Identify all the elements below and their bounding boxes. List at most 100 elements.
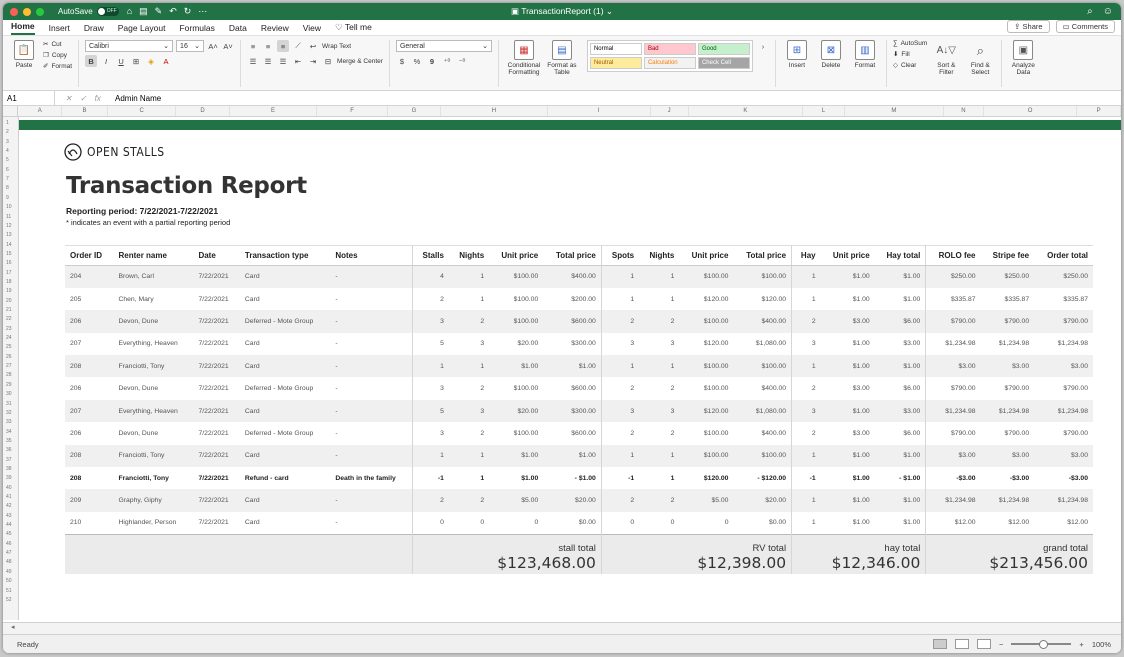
table-cell[interactable]: $12.00 [1034,512,1093,534]
save-icon[interactable]: ▤ [139,6,148,17]
merge-center-button[interactable]: Merge & Center [337,58,383,65]
table-cell[interactable]: 1 [448,265,490,288]
table-cell[interactable]: Chen, Mary [113,288,193,310]
table-cell[interactable]: $1,234.98 [925,399,981,423]
worksheet-grid[interactable]: 1 2 3 4 5 6 7 8 9 10 11 12 13 14 15 16 17 18 19 20 21 22 23 24 2… [3,117,1121,620]
column-header[interactable]: H [441,106,548,116]
tab-page-layout[interactable]: Page Layout [118,23,166,35]
row-number[interactable]: 30 [3,391,19,397]
table-cell[interactable]: $790.00 [981,377,1035,399]
table-cell[interactable]: 3 [639,399,680,423]
table-cell[interactable]: $20.00 [543,489,602,512]
column-header[interactable]: I [548,106,651,116]
undo-icon[interactable]: ↶ [169,6,177,17]
row-number[interactable]: 6 [3,167,19,173]
row-number[interactable]: 25 [3,344,19,350]
table-cell[interactable]: $1.00 [821,288,875,310]
table-cell[interactable]: - $1.00 [543,467,602,490]
row-number[interactable]: 51 [3,588,19,594]
table-cell[interactable]: $3.00 [874,399,927,423]
table-cell[interactable]: $300.00 [543,399,602,423]
table-cell[interactable]: 7/22/2021 [193,444,240,468]
scroll-left-icon[interactable]: ◂ [11,624,15,631]
table-cell[interactable]: $250.00 [925,265,981,288]
table-cell[interactable]: $790.00 [926,422,981,444]
table-cell[interactable]: $600.00 [543,310,602,333]
table-cell[interactable]: $3.00 [1034,444,1093,468]
row-number[interactable]: 7 [3,176,19,182]
row-number[interactable]: 35 [3,438,19,444]
font-name-select[interactable]: Calibri ⌄ [85,40,174,52]
delete-cells-button[interactable]: ⊠ Delete [816,40,846,69]
table-cell[interactable]: Deferred - Mote Group [240,422,330,444]
row-number[interactable]: 23 [3,326,19,332]
tab-draw[interactable]: Draw [84,23,104,35]
page-layout-view-button[interactable] [955,639,970,649]
table-row[interactable]: 206 Devon, Dune 7/22/2021 Deferred - Mote G… [65,422,1093,445]
table-cell[interactable]: Devon, Dune [113,422,193,444]
table-cell[interactable]: 1 [449,467,489,489]
zoom-in-button[interactable]: + [1079,640,1083,649]
row-number[interactable]: 49 [3,569,19,575]
tab-tell-me[interactable]: ♡ Tell me [335,22,372,35]
comma-style-button[interactable]: 9 [426,55,438,67]
table-cell[interactable]: 3 [448,399,490,423]
row-number[interactable]: 32 [3,410,19,416]
row-number[interactable]: 11 [3,214,19,220]
table-cell[interactable]: 1 [601,265,640,288]
table-cell[interactable]: $100.00 [489,377,543,399]
row-number[interactable]: 47 [3,550,19,556]
table-cell[interactable]: Franciotti, Tony [113,467,193,489]
row-number[interactable]: 41 [3,494,19,500]
table-cell[interactable]: 209 [65,489,114,512]
edit-icon[interactable]: ✎ [155,6,163,17]
table-cell[interactable]: 5 [412,399,449,423]
rv-total-cell[interactable]: RV total $12,398.00 [601,533,793,575]
table-cell[interactable]: 1 [449,288,489,310]
table-cell[interactable]: $1.00 [821,512,875,534]
column-header[interactable]: C [108,106,177,116]
table-cell[interactable]: $3.00 [821,377,875,399]
table-cell[interactable]: - [330,355,413,378]
table-cell[interactable]: 208 [65,467,113,489]
table-cell[interactable]: -$3.00 [926,467,981,489]
table-cell[interactable]: 1 [412,444,449,468]
tab-insert[interactable]: Insert [49,23,70,35]
row-number[interactable]: 27 [3,363,19,369]
table-cell[interactable]: 1 [791,444,821,468]
table-cell[interactable]: 2 [639,377,679,399]
column-header[interactable]: G [388,106,442,116]
table-cell[interactable]: - [330,422,413,445]
table-cell[interactable]: 7/22/2021 [193,265,240,288]
column-header[interactable]: L [803,106,845,116]
column-header[interactable]: A [18,106,63,116]
row-number[interactable]: 37 [3,457,19,463]
conditional-formatting-button[interactable]: ▦ Conditional Formatting [505,40,543,76]
copy-button[interactable]: ❐ Copy [43,51,72,60]
table-cell[interactable]: $790.00 [926,377,981,399]
table-cell[interactable]: $6.00 [874,422,927,445]
row-number[interactable]: 44 [3,522,19,528]
table-cell[interactable]: 4 [412,265,449,288]
table-cell[interactable]: - [330,287,413,311]
table-cell[interactable]: -1 [792,467,821,489]
row-number[interactable]: 34 [3,429,19,435]
redo-icon[interactable]: ↻ [184,6,192,17]
table-cell[interactable]: $1.00 [874,511,927,535]
table-cell[interactable]: -1 [601,467,639,489]
table-cell[interactable]: 7/22/2021 [193,512,239,534]
table-cell[interactable]: Deferred - Mote Group [240,377,330,399]
table-cell[interactable]: $600.00 [543,377,602,400]
table-cell[interactable]: $100.00 [679,355,734,378]
font-size-select[interactable]: 16 ⌄ [176,40,205,52]
row-number[interactable]: 18 [3,279,19,285]
table-cell[interactable]: 3 [449,333,489,355]
table-cell[interactable]: 2 [792,377,821,399]
table-cell[interactable]: 204 [65,265,114,288]
table-cell[interactable]: 1 [639,444,680,468]
table-cell[interactable]: $1,234.98 [980,399,1035,423]
row-number[interactable]: 31 [3,401,19,407]
table-cell[interactable]: 3 [412,310,449,333]
table-cell[interactable]: $100.00 [733,355,793,378]
table-cell[interactable]: Graphy, Giphy [113,489,194,512]
